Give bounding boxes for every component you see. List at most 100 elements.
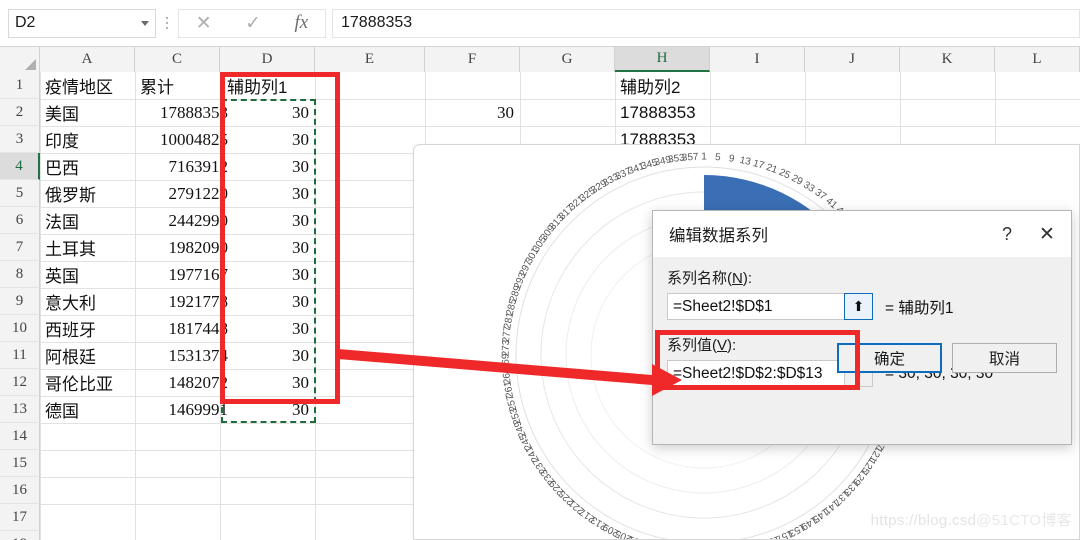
cell-c9[interactable]: 1921778 xyxy=(137,288,231,315)
cell-a1[interactable]: 疫情地区 xyxy=(42,72,134,99)
cell-d6[interactable]: 30 xyxy=(222,207,312,234)
chart-tick-label: 21 xyxy=(765,162,780,176)
cell-a3[interactable]: 印度 xyxy=(42,126,134,153)
cell-d3[interactable]: 30 xyxy=(222,126,312,153)
row-header-12[interactable]: 12 xyxy=(0,369,40,396)
cell-a6[interactable]: 法国 xyxy=(42,207,134,234)
cell-d9[interactable]: 30 xyxy=(222,288,312,315)
cell-c10[interactable]: 1817448 xyxy=(137,315,231,342)
cell-c11[interactable]: 1531374 xyxy=(137,342,231,369)
cell-c4[interactable]: 7163912 xyxy=(137,153,231,180)
row-header-11[interactable]: 11 xyxy=(0,342,40,369)
cell-d13[interactable]: 30 xyxy=(222,396,312,423)
chart-tick-label: 17 xyxy=(752,158,766,172)
cell-c5[interactable]: 2791220 xyxy=(137,180,231,207)
cell-d8[interactable]: 30 xyxy=(222,261,312,288)
row-header-4[interactable]: 4 xyxy=(0,153,40,180)
formula-action-group: ✕ ✓ fx xyxy=(178,8,326,38)
chevron-down-icon[interactable] xyxy=(141,20,149,26)
series-values-input[interactable]: =Sheet2!$D$2:$D$13 xyxy=(667,360,845,387)
cell-d7[interactable]: 30 xyxy=(222,234,312,261)
series-name-value: =Sheet2!$D$1 xyxy=(673,297,773,315)
row-header-2[interactable]: 2 xyxy=(0,99,40,126)
row-header-17[interactable]: 17 xyxy=(0,504,40,531)
row-header-13[interactable]: 13 xyxy=(0,396,40,423)
column-header-c[interactable]: C xyxy=(135,47,220,72)
cell-d10[interactable]: 30 xyxy=(222,315,312,342)
cell-a13[interactable]: 德国 xyxy=(42,396,134,423)
cell-c7[interactable]: 1982090 xyxy=(137,234,231,261)
cell-d12[interactable]: 30 xyxy=(222,369,312,396)
column-header-j[interactable]: J xyxy=(805,47,900,72)
column-header-a[interactable]: A xyxy=(40,47,135,72)
column-header-e[interactable]: E xyxy=(315,47,425,72)
close-icon[interactable]: ✕ xyxy=(196,14,212,33)
row-header-18[interactable]: 18 xyxy=(0,531,40,540)
question-mark-icon[interactable]: ? xyxy=(987,217,1027,251)
column-header-l[interactable]: L xyxy=(995,47,1080,72)
cell-d5[interactable]: 30 xyxy=(222,180,312,207)
dialog-body: 系列名称(N): =Sheet2!$D$1 ⬆ = 辅助列1 系列值(V): =… xyxy=(653,257,1071,387)
column-header-k[interactable]: K xyxy=(900,47,995,72)
row-header-9[interactable]: 9 xyxy=(0,288,40,315)
cell-d2[interactable]: 30 xyxy=(222,99,312,126)
watermark-url: https://blog.csd xyxy=(870,512,977,529)
select-all-corner[interactable] xyxy=(0,47,40,72)
chart-tick-label: 357 xyxy=(682,152,700,164)
dialog-title-bar[interactable]: 编辑数据系列 ? ✕ xyxy=(653,211,1071,257)
fx-icon[interactable]: fx xyxy=(295,12,309,34)
ok-button[interactable]: 确定 xyxy=(837,343,942,373)
cell-h2[interactable]: 17888353 xyxy=(617,99,709,126)
cell-a10[interactable]: 西班牙 xyxy=(42,315,134,342)
name-box[interactable]: D2 xyxy=(8,8,156,38)
close-icon[interactable]: ✕ xyxy=(1027,217,1067,251)
row-header-14[interactable]: 14 xyxy=(0,423,40,450)
row-header-8[interactable]: 8 xyxy=(0,261,40,288)
cell-d4[interactable]: 30 xyxy=(222,153,312,180)
cell-c13[interactable]: 1469991 xyxy=(137,396,231,423)
row-header-15[interactable]: 15 xyxy=(0,450,40,477)
formula-input[interactable]: 17888353 xyxy=(332,8,1080,38)
cell-c1[interactable]: 累计 xyxy=(137,72,237,99)
cell-d11[interactable]: 30 xyxy=(222,342,312,369)
cell-a2[interactable]: 美国 xyxy=(42,99,134,126)
more-options-icon[interactable] xyxy=(156,9,178,38)
cell-a7[interactable]: 土耳其 xyxy=(42,234,134,261)
edit-data-series-dialog[interactable]: 编辑数据系列 ? ✕ 系列名称(N): =Sheet2!$D$1 ⬆ = 辅助列… xyxy=(652,210,1072,445)
series-name-input[interactable]: =Sheet2!$D$1 xyxy=(667,293,845,320)
cancel-button[interactable]: 取消 xyxy=(952,343,1057,373)
row-header-7[interactable]: 7 xyxy=(0,234,40,261)
cell-a9[interactable]: 意大利 xyxy=(42,288,134,315)
cell-c12[interactable]: 1482072 xyxy=(137,369,231,396)
row-header-1[interactable]: 1 xyxy=(0,72,40,99)
column-header-i[interactable]: I xyxy=(710,47,805,72)
range-picker-icon[interactable]: ⬆ xyxy=(844,293,873,320)
column-header-h[interactable]: H xyxy=(615,47,710,72)
column-header-g[interactable]: G xyxy=(520,47,615,72)
chart-tick-label: 9 xyxy=(728,153,735,165)
cell-d1[interactable]: 辅助列1 xyxy=(224,72,314,99)
dialog-button-row: 确定 取消 xyxy=(837,343,1057,373)
series-name-field-group: 系列名称(N): =Sheet2!$D$1 ⬆ = 辅助列1 xyxy=(667,267,1057,320)
check-icon[interactable]: ✓ xyxy=(245,14,261,33)
cell-c8[interactable]: 1977167 xyxy=(137,261,231,288)
cell-c3[interactable]: 10004825 xyxy=(137,126,231,153)
column-header-f[interactable]: F xyxy=(425,47,520,72)
cell-f2[interactable]: 30 xyxy=(427,99,517,126)
cell-c2[interactable]: 17888353 xyxy=(137,99,231,126)
cell-a11[interactable]: 阿根廷 xyxy=(42,342,134,369)
corner-triangle-icon xyxy=(25,59,36,70)
row-header-3[interactable]: 3 xyxy=(0,126,40,153)
row-header-10[interactable]: 10 xyxy=(0,315,40,342)
row-header-6[interactable]: 6 xyxy=(0,207,40,234)
row-header-5[interactable]: 5 xyxy=(0,180,40,207)
formula-input-value: 17888353 xyxy=(341,14,413,31)
cell-c6[interactable]: 2442990 xyxy=(137,207,231,234)
cell-a12[interactable]: 哥伦比亚 xyxy=(42,369,134,396)
cell-a5[interactable]: 俄罗斯 xyxy=(42,180,134,207)
cell-a4[interactable]: 巴西 xyxy=(42,153,134,180)
row-header-16[interactable]: 16 xyxy=(0,477,40,504)
cell-h1[interactable]: 辅助列2 xyxy=(617,72,709,99)
cell-a8[interactable]: 英国 xyxy=(42,261,134,288)
column-header-d[interactable]: D xyxy=(220,47,315,72)
